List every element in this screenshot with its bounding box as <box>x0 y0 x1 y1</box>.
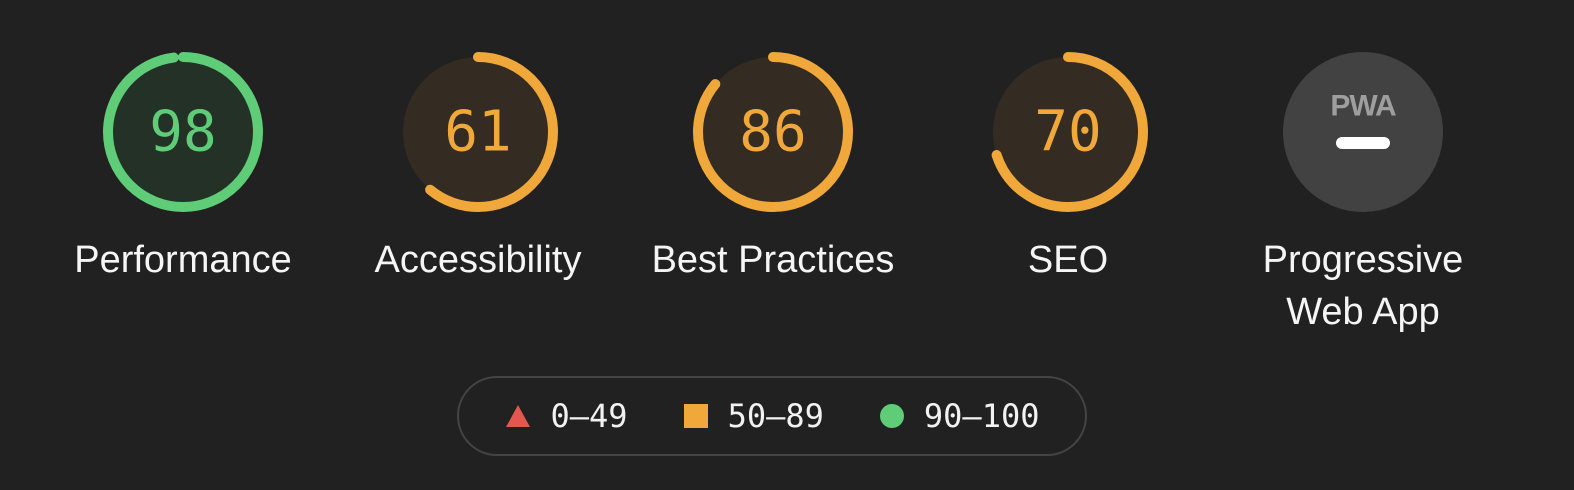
gauge-seo[interactable]: 70 SEO <box>918 50 1218 286</box>
pwa-badge-fill <box>1283 52 1443 212</box>
pwa-logo-text: PWA <box>1330 90 1396 123</box>
performance-score: 98 <box>149 100 216 165</box>
best-practices-score: 86 <box>739 100 806 165</box>
best-practices-label: Best Practices <box>651 239 895 281</box>
legend-item-fail: 0–49 <box>505 397 628 435</box>
pwa-not-applicable-dash-icon <box>1336 137 1390 149</box>
category-gauges: 98 Performance 61 Accessibility 86 Best … <box>0 0 1574 340</box>
accessibility-score-ring: 61 <box>398 52 558 212</box>
gauge-accessibility[interactable]: 61 Accessibility <box>328 50 628 286</box>
legend-range-pass: 90–100 <box>923 397 1040 435</box>
seo-score-ring: 70 <box>988 52 1148 212</box>
gauge-pwa[interactable]: PWA Progressive Web App <box>1213 50 1513 338</box>
seo-score: 70 <box>1034 100 1101 165</box>
legend-range-fail: 0–49 <box>550 397 628 435</box>
pwa-label: Progressive Web App <box>1262 239 1464 333</box>
accessibility-score: 61 <box>444 100 511 165</box>
square-icon <box>683 404 708 428</box>
seo-label: SEO <box>1027 239 1109 281</box>
circle-icon <box>879 404 904 428</box>
legend-range-average: 50–89 <box>727 397 824 435</box>
performance-score-ring: 98 <box>103 52 263 212</box>
pwa-badge: PWA <box>1283 52 1443 212</box>
gauge-performance[interactable]: 98 Performance <box>33 50 333 286</box>
gauge-best-practices[interactable]: 86 Best Practices <box>623 50 923 286</box>
performance-label: Performance <box>74 239 292 281</box>
legend-item-average: 50–89 <box>683 397 824 435</box>
triangle-icon <box>505 405 530 427</box>
score-scale-legend: 0–49 50–89 90–100 <box>457 376 1087 456</box>
best-practices-score-ring: 86 <box>693 52 853 212</box>
legend-item-pass: 90–100 <box>879 397 1040 435</box>
accessibility-label: Accessibility <box>374 239 582 281</box>
